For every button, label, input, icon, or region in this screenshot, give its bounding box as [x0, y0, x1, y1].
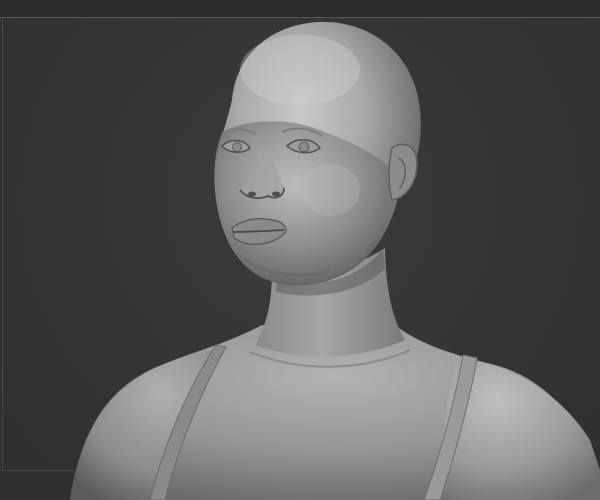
sculpt-viewport[interactable]: [0, 0, 600, 500]
sculpt-model[interactable]: [0, 0, 600, 500]
ear: [388, 143, 418, 201]
